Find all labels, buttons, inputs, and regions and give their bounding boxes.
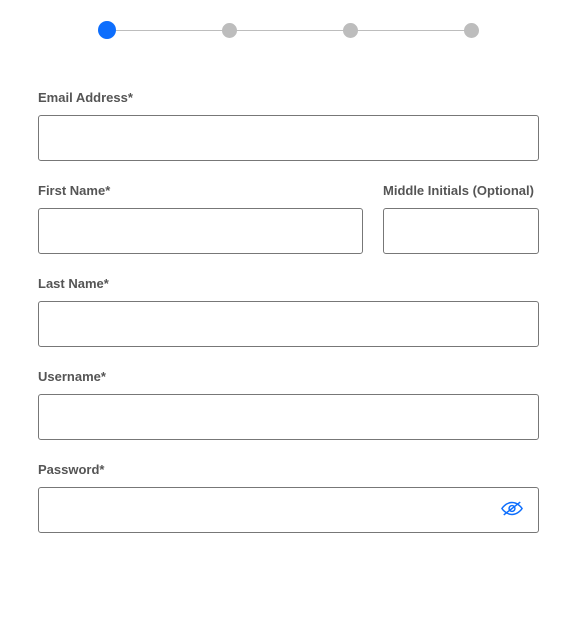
step-4-dot (464, 23, 479, 38)
stepper-line (106, 30, 471, 31)
toggle-password-visibility-button[interactable] (497, 497, 527, 524)
step-2-dot (222, 23, 237, 38)
password-label: Password* (38, 462, 539, 477)
username-input[interactable] (38, 394, 539, 440)
username-label: Username* (38, 369, 539, 384)
first-name-group: First Name* (38, 183, 363, 254)
first-name-input[interactable] (38, 208, 363, 254)
middle-initials-group: Middle Initials (Optional) (383, 183, 539, 254)
progress-stepper (98, 20, 479, 40)
email-label: Email Address* (38, 90, 539, 105)
username-group: Username* (38, 369, 539, 440)
step-1-dot (98, 21, 116, 39)
middle-initials-label: Middle Initials (Optional) (383, 183, 539, 198)
last-name-group: Last Name* (38, 276, 539, 347)
last-name-input[interactable] (38, 301, 539, 347)
step-3-dot (343, 23, 358, 38)
middle-initials-input[interactable] (383, 208, 539, 254)
first-name-label: First Name* (38, 183, 363, 198)
last-name-label: Last Name* (38, 276, 539, 291)
password-input[interactable] (38, 487, 539, 533)
eye-icon (501, 501, 523, 520)
email-input[interactable] (38, 115, 539, 161)
password-group: Password* (38, 462, 539, 533)
email-group: Email Address* (38, 90, 539, 161)
